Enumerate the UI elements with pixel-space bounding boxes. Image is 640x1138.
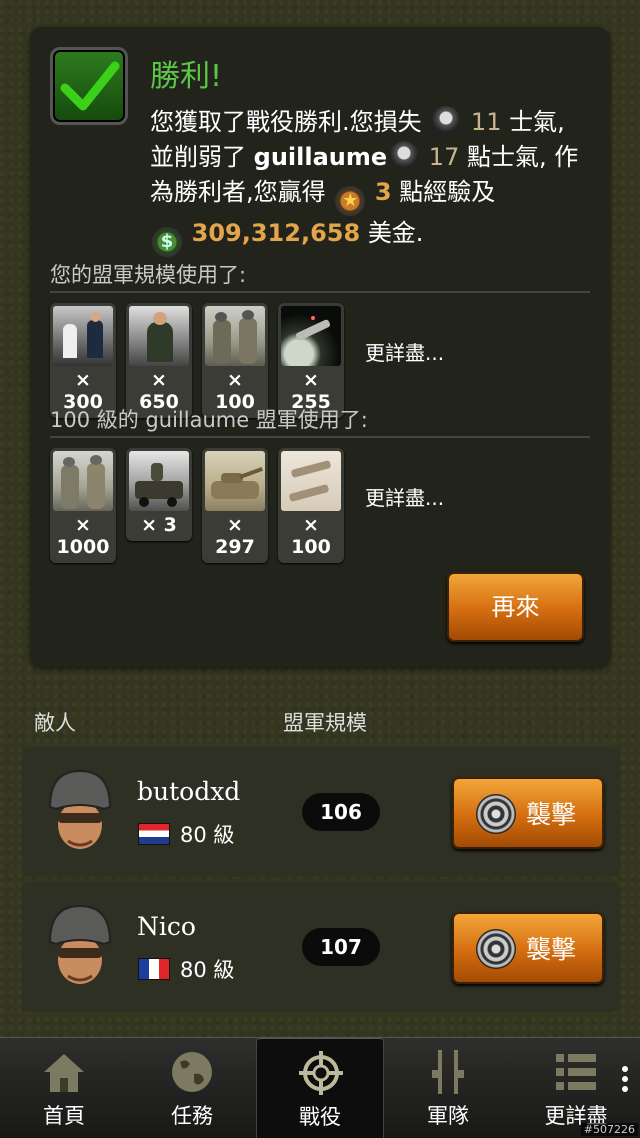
overflow-menu-icon[interactable]: [622, 1062, 630, 1102]
spacecraft-icon: [281, 306, 341, 366]
battle-result-panel: 勝利! 您獲取了戰役勝利.您損失 11 士氣, 並削弱了 guillaume 1…: [30, 27, 610, 667]
enemy-level: 80 級: [180, 823, 235, 847]
croatia-flag-icon: [138, 823, 170, 845]
soldiers-icon: [205, 306, 265, 366]
message-text: 為勝利者,您贏得: [150, 178, 326, 206]
corner-tag: #507226: [580, 1123, 638, 1136]
rifles-icon: [432, 1050, 464, 1094]
enemy-row: butodxd 80 級 106 襲擊: [22, 747, 620, 877]
list-icon: [556, 1054, 596, 1090]
soldiers-icon: [53, 451, 113, 511]
morale-lost-value: 11: [470, 108, 502, 136]
nav-label: 首頁: [43, 1104, 85, 1128]
general-officer-icon: [129, 306, 189, 366]
skull-icon: [389, 141, 420, 171]
experience-star-icon: ★: [335, 186, 366, 216]
nav-label: 任務: [171, 1104, 213, 1128]
opponent-morale-value: 17: [428, 143, 460, 171]
nav-label: 軍隊: [427, 1104, 469, 1128]
nav-battle[interactable]: 戰役: [256, 1038, 384, 1138]
your-army-units: × 300 × 650 × 100 × 255: [50, 303, 344, 418]
nav-label: 戰役: [299, 1105, 341, 1129]
victory-message: 您獲取了戰役勝利.您損失 11 士氣, 並削弱了 guillaume 17 點士…: [150, 105, 595, 257]
enemy-army-label: 100 級的 guillaume 盟軍使用了:: [50, 408, 368, 432]
attack-label: 襲擊: [526, 935, 577, 964]
army-size-column-header: 盟軍規模: [283, 711, 367, 735]
play-again-button[interactable]: 再來: [447, 572, 584, 642]
enemy-column-header: 敵人: [34, 711, 76, 735]
message-text: 士氣,: [509, 108, 565, 136]
enemy-name: Nico: [137, 912, 196, 941]
navy-officers-icon: [53, 306, 113, 366]
divider: [50, 436, 590, 438]
avatar: [44, 902, 116, 986]
target-icon: [476, 929, 516, 969]
checkmark-icon: [50, 47, 128, 125]
france-flag-icon: [138, 958, 170, 980]
armed-vehicle-icon: [129, 451, 189, 511]
attack-button[interactable]: 襲擊: [452, 912, 604, 984]
enemy-army-more-link[interactable]: 更詳盡...: [365, 482, 444, 511]
unit-card[interactable]: × 297: [202, 448, 268, 563]
attack-button[interactable]: 襲擊: [452, 777, 604, 849]
target-icon: [476, 794, 516, 834]
divider: [50, 291, 590, 293]
army-size-badge: 106: [302, 793, 380, 831]
unit-card[interactable]: × 650: [126, 303, 192, 418]
experience-value: 3: [374, 178, 392, 206]
bottom-nav: 首頁 任務 戰役 軍隊 更詳盡: [0, 1037, 640, 1138]
unit-card[interactable]: × 100: [278, 448, 344, 563]
avatar: [44, 767, 116, 851]
opponent-name: guillaume: [253, 143, 388, 171]
victory-title: 勝利!: [150, 59, 223, 94]
army-size-badge: 107: [302, 928, 380, 966]
fighter-jet-icon: [281, 451, 341, 511]
money-icon: $: [152, 227, 182, 257]
message-text: 點經驗及: [399, 178, 496, 206]
message-text: 並削弱了: [150, 143, 246, 171]
message-text: 美金.: [367, 219, 424, 247]
skull-icon: [431, 106, 462, 136]
unit-count: × 1000: [56, 514, 110, 558]
your-army-label: 您的盟軍規模使用了:: [50, 263, 247, 287]
nav-army[interactable]: 軍隊: [384, 1038, 512, 1138]
unit-count: × 297: [215, 514, 255, 558]
unit-card[interactable]: × 1000: [50, 448, 116, 563]
unit-count: × 100: [291, 514, 331, 558]
enemy-name: butodxd: [137, 777, 241, 806]
home-icon: [44, 1054, 84, 1092]
nav-home[interactable]: 首頁: [0, 1038, 128, 1138]
nav-missions[interactable]: 任務: [128, 1038, 256, 1138]
tank-icon: [205, 451, 265, 511]
enemy-row: Nico 80 級 107 襲擊: [22, 882, 620, 1012]
unit-card[interactable]: × 255: [278, 303, 344, 418]
money-value: 309,312,658: [191, 219, 361, 247]
unit-card[interactable]: × 300: [50, 303, 116, 418]
message-text: 點士氣, 作: [466, 143, 579, 171]
enemy-level: 80 級: [180, 958, 235, 982]
unit-card[interactable]: × 3: [126, 448, 192, 541]
unit-count: × 3: [141, 514, 177, 536]
attack-label: 襲擊: [526, 800, 577, 829]
message-text: 您獲取了戰役勝利.您損失: [150, 108, 422, 136]
your-army-more-link[interactable]: 更詳盡...: [365, 337, 444, 366]
unit-card[interactable]: × 100: [202, 303, 268, 418]
globe-icon: [172, 1052, 212, 1092]
crosshair-icon: [299, 1051, 343, 1095]
enemy-army-units: × 1000 × 3 × 297 × 100: [50, 448, 344, 563]
